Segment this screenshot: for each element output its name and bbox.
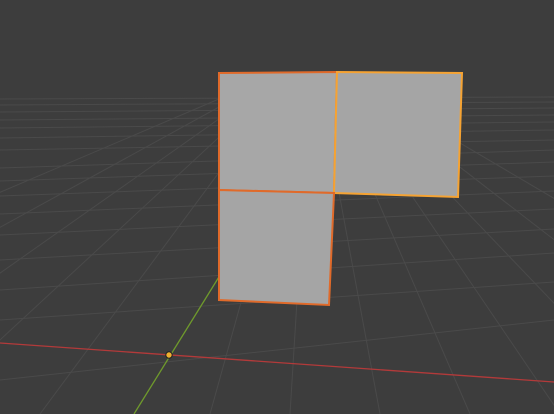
mesh-face-top-right[interactable]: [332, 70, 464, 199]
x-axis-line: [0, 342, 554, 383]
mesh-object[interactable]: [218, 70, 464, 307]
grid-line: [0, 89, 241, 193]
y-axis-line: [133, 271, 223, 414]
grid-line: [0, 319, 554, 381]
3d-viewport[interactable]: [0, 0, 554, 414]
mesh-face-top-left[interactable]: [218, 70, 339, 195]
viewport-canvas[interactable]: [0, 0, 554, 414]
object-origin-dot[interactable]: [165, 351, 173, 359]
mesh-face-bottom-left[interactable]: [218, 188, 336, 307]
